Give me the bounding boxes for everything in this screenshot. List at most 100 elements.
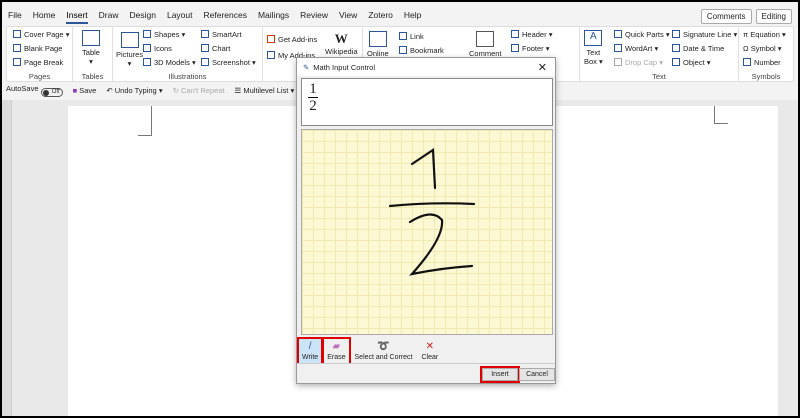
number-button[interactable]: Number (743, 58, 781, 67)
cancel-button[interactable]: Cancel (519, 368, 555, 381)
tab-design[interactable]: Design (130, 10, 156, 24)
undo-button[interactable]: ↶ Undo Typing ▾ (106, 86, 162, 95)
multilevel-list-button[interactable]: ☰ Multilevel List ▾ (235, 86, 295, 95)
clear-tool[interactable]: ✕ Clear (419, 339, 442, 365)
comments-button[interactable]: Comments (700, 9, 752, 24)
wordart-button[interactable]: WordArt ▾ (614, 44, 658, 53)
pen-icon: / (308, 341, 312, 352)
math-input-icon: ✎ (303, 62, 310, 72)
group-text: A Text Box ▾ Quick Parts ▾ WordArt ▾ Drop … (579, 27, 739, 81)
page-break-button[interactable]: Page Break (13, 58, 63, 67)
object-icon (672, 58, 680, 66)
math-input-dialog: ✎ Math Input Control ✕ 1 2 /Write ▰ Erase… (296, 57, 556, 384)
ink-tools: / Write ▰ Erase ➰ Select and Correct ✕ Clear (296, 337, 442, 367)
insert-button[interactable]: Insert (480, 366, 520, 383)
lasso-icon: ➰ (377, 341, 390, 352)
clear-icon: ✕ (425, 341, 435, 352)
tab-zotero[interactable]: Zotero (368, 10, 393, 24)
tab-file[interactable]: File (8, 10, 22, 24)
get-addins-button[interactable]: Get Add-ins (267, 35, 317, 44)
fraction-denominator: 2 (309, 98, 317, 114)
bookmark-button[interactable]: Bookmark (399, 46, 444, 55)
blank-page-button[interactable]: Blank Page (13, 44, 62, 53)
pictures-button[interactable]: Pictures ▾ (116, 32, 143, 68)
comment-icon (476, 31, 495, 47)
write-tool[interactable]: / Write (296, 337, 324, 367)
tab-draw[interactable]: Draw (99, 10, 119, 24)
icons-button[interactable]: Icons (143, 44, 172, 53)
erase-tool[interactable]: ▰ Erase (322, 337, 351, 367)
writing-canvas[interactable] (301, 129, 553, 335)
tab-view[interactable]: View (339, 10, 357, 24)
screenshot-button[interactable]: Screenshot ▾ (201, 58, 256, 67)
close-button[interactable]: ✕ (538, 61, 547, 74)
tab-home[interactable]: Home (33, 10, 56, 24)
wikipedia-icon: W (334, 31, 348, 46)
tab-mailings[interactable]: Mailings (258, 10, 289, 24)
header-button[interactable]: Header ▾ (511, 30, 552, 39)
chart-button[interactable]: Chart (201, 44, 230, 53)
repeat-button[interactable]: ↻ Can't Repeat (173, 86, 225, 95)
tab-references[interactable]: References (204, 10, 247, 24)
signature-line-button[interactable]: Signature Line ▾ (672, 30, 737, 39)
group-pages: Cover Page ▾ Blank Page Page Break Pages (7, 27, 73, 81)
symbol-button[interactable]: Ω Symbol ▾ (743, 44, 782, 53)
comment-button[interactable]: Comment (469, 31, 502, 58)
text-box-button[interactable]: A Text Box ▾ (584, 30, 603, 66)
save-button[interactable]: ■ Save (73, 86, 97, 95)
table-button[interactable]: Table ▾ (82, 30, 100, 66)
page-break-icon (13, 58, 21, 66)
table-icon (82, 30, 100, 46)
blank-page-icon (13, 44, 21, 52)
cover-page-button[interactable]: Cover Page ▾ (13, 30, 69, 39)
group-tables: Table ▾ Tables (73, 27, 113, 81)
eraser-icon: ▰ (332, 341, 341, 352)
footer-button[interactable]: Footer ▾ (511, 44, 550, 53)
repeat-icon: ↻ (172, 85, 179, 95)
date-time-button[interactable]: Date & Time (672, 44, 724, 53)
tab-layout[interactable]: Layout (167, 10, 193, 24)
date-time-icon (672, 44, 680, 52)
vertical-ruler (2, 100, 12, 416)
quick-parts-icon (614, 30, 622, 38)
group-label: Text (652, 72, 666, 81)
group-illustrations: Pictures ▾ Shapes ▾ Icons 3D Models ▾ Sma… (113, 27, 263, 81)
fraction-numerator: 1 (309, 81, 317, 97)
online-video-icon (368, 31, 387, 47)
screenshot-icon (201, 58, 209, 66)
tab-help[interactable]: Help (404, 10, 421, 24)
drop-cap-button[interactable]: Drop Cap ▾ (614, 58, 663, 67)
link-button[interactable]: Link (399, 32, 424, 41)
select-correct-tool[interactable]: ➰ Select and Correct (352, 339, 416, 365)
object-button[interactable]: Object ▾ (672, 58, 711, 67)
undo-icon: ↶ (106, 85, 113, 95)
online-video-button[interactable]: Online (367, 31, 389, 58)
header-icon (511, 30, 519, 38)
smartart-button[interactable]: SmartArt (201, 30, 242, 39)
math-preview: 1 2 (301, 78, 553, 126)
smartart-icon (201, 30, 209, 38)
3d-models-button[interactable]: 3D Models ▾ (143, 58, 196, 67)
omega-icon: Ω (743, 44, 751, 53)
save-icon: ■ (72, 85, 78, 95)
icons-icon (143, 44, 151, 52)
equation-button[interactable]: π Equation ▾ (743, 30, 786, 39)
store-icon (267, 35, 275, 43)
handwriting-strokes (388, 148, 476, 276)
shapes-icon (143, 30, 151, 38)
margin-mark (138, 106, 152, 136)
autosave-toggle[interactable]: AutoSave Off (6, 84, 63, 97)
tab-review[interactable]: Review (300, 10, 328, 24)
editing-button[interactable]: Editing (755, 9, 792, 24)
dialog-titlebar: ✎ Math Input Control ✕ (297, 58, 555, 76)
group-label-symbols: Symbols (751, 72, 781, 81)
text-box-icon: A (584, 30, 603, 46)
wikipedia-button[interactable]: W Wikipedia (325, 31, 358, 56)
tab-insert[interactable]: Insert (66, 10, 88, 24)
chart-icon (201, 44, 209, 52)
shapes-button[interactable]: Shapes ▾ (143, 30, 185, 39)
number-icon (743, 58, 751, 66)
3d-models-icon (143, 58, 151, 66)
list-icon: ☰ (234, 85, 242, 95)
quick-parts-button[interactable]: Quick Parts ▾ (614, 30, 670, 39)
